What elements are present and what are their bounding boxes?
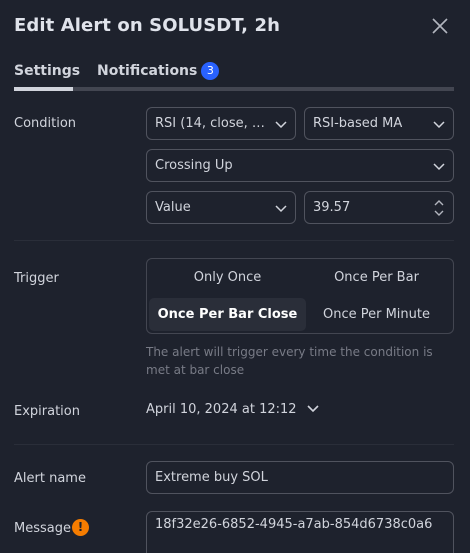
alert-name-label: Alert name bbox=[14, 471, 86, 486]
tab-settings[interactable]: Settings bbox=[14, 60, 80, 82]
active-tab-indicator bbox=[14, 87, 73, 91]
divider bbox=[14, 240, 454, 241]
tab-bar: Settings Notifications 3 bbox=[14, 60, 454, 91]
value-type-select-value: Value bbox=[155, 200, 191, 215]
indicator-select[interactable]: RSI (14, close, S... bbox=[146, 107, 296, 140]
warning-icon[interactable]: ! bbox=[72, 519, 89, 536]
trigger-option-once-per-minute[interactable]: Once Per Minute bbox=[298, 298, 455, 331]
value-input[interactable]: 39.57 bbox=[304, 191, 454, 224]
indicator-select-value: RSI (14, close, S... bbox=[155, 116, 269, 131]
chevron-down-icon bbox=[433, 163, 445, 171]
operator-select-value: Crossing Up bbox=[155, 158, 233, 173]
tab-notifications-label: Notifications bbox=[97, 63, 198, 79]
value-input-text: 39.57 bbox=[313, 200, 351, 215]
dialog-title: Edit Alert on SOLUSDT, 2h bbox=[14, 15, 280, 36]
value-type-select[interactable]: Value bbox=[146, 191, 296, 224]
trigger-option-once-per-bar[interactable]: Once Per Bar bbox=[298, 261, 455, 294]
chevron-down-icon bbox=[307, 405, 319, 413]
chevron-down-icon bbox=[433, 121, 445, 129]
condition-label: Condition bbox=[14, 116, 77, 131]
trigger-label: Trigger bbox=[14, 271, 59, 286]
expiration-label: Expiration bbox=[14, 404, 80, 419]
target-select-value: RSI-based MA bbox=[313, 116, 403, 131]
close-icon[interactable] bbox=[430, 16, 450, 36]
trigger-hint: The alert will trigger every time the co… bbox=[146, 345, 433, 377]
message-textarea[interactable]: 18f32e26-6852-4945-a7ab-854d6738c0a6 bbox=[146, 511, 454, 553]
chevron-down-icon bbox=[275, 121, 287, 129]
chevron-down-icon bbox=[275, 205, 287, 213]
message-label: Message bbox=[14, 521, 71, 536]
notifications-badge: 3 bbox=[201, 62, 220, 80]
alert-name-value: Extreme buy SOL bbox=[155, 470, 268, 485]
stepper-icon[interactable] bbox=[433, 196, 445, 220]
trigger-option-only-once[interactable]: Only Once bbox=[149, 261, 306, 294]
expiration-picker[interactable]: April 10, 2024 at 12:12 bbox=[146, 402, 319, 417]
divider bbox=[14, 444, 454, 445]
trigger-option-once-per-bar-close[interactable]: Once Per Bar Close bbox=[149, 298, 306, 331]
trigger-options: Only Once Once Per Bar Once Per Bar Clos… bbox=[146, 258, 454, 334]
message-value: 18f32e26-6852-4945-a7ab-854d6738c0a6 bbox=[155, 517, 433, 532]
alert-name-input[interactable]: Extreme buy SOL bbox=[146, 461, 454, 494]
tab-settings-label: Settings bbox=[14, 63, 81, 79]
dialog-header: Edit Alert on SOLUSDT, 2h bbox=[14, 14, 456, 38]
expiration-value: April 10, 2024 at 12:12 bbox=[146, 402, 297, 417]
operator-select[interactable]: Crossing Up bbox=[146, 149, 454, 182]
tab-notifications[interactable]: Notifications 3 bbox=[97, 60, 220, 82]
target-select[interactable]: RSI-based MA bbox=[304, 107, 454, 140]
